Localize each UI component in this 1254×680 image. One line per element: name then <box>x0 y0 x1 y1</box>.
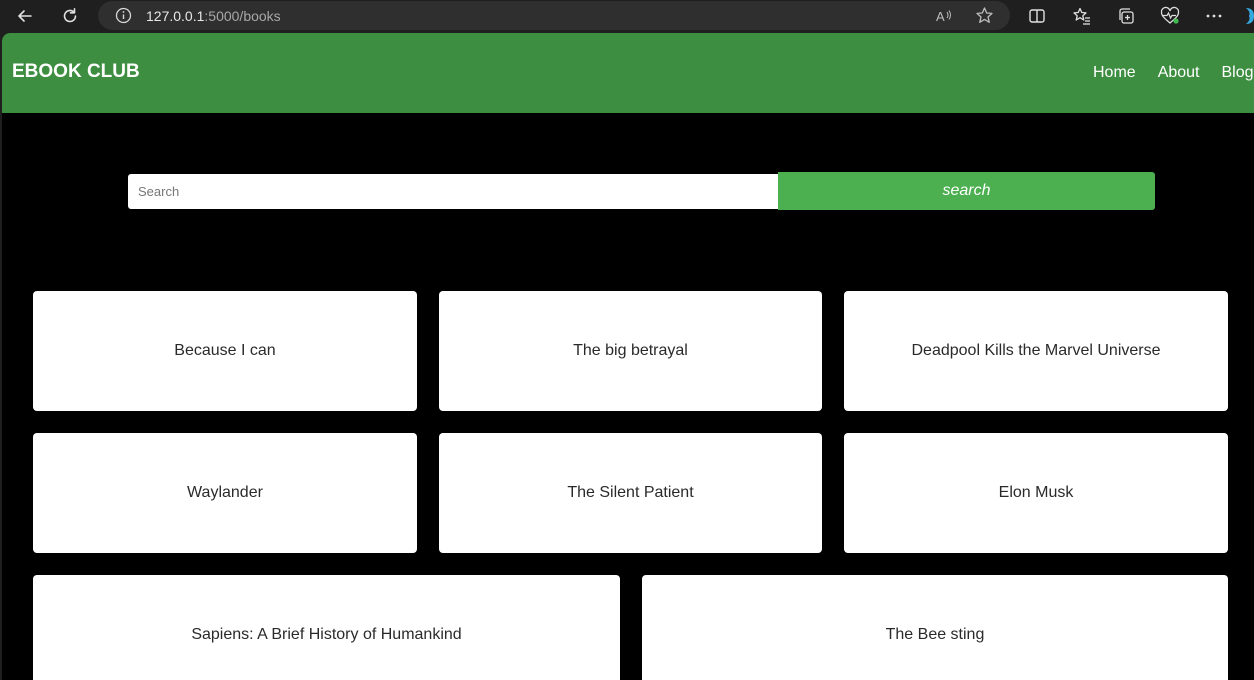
browser-essentials-button[interactable] <box>1157 3 1183 29</box>
favorites-button[interactable] <box>1069 3 1095 29</box>
search-button[interactable]: search <box>778 172 1155 210</box>
search-input[interactable] <box>128 174 778 209</box>
svg-text:A: A <box>936 9 945 24</box>
more-dots-icon <box>1206 14 1222 18</box>
collections-icon <box>1119 8 1134 24</box>
book-title: Because I can <box>174 342 276 359</box>
book-title: The big betrayal <box>573 342 688 359</box>
book-title: Sapiens: A Brief History of Humankind <box>191 626 462 643</box>
navbar: EBOOK CLUB Home About Blog <box>2 33 1254 113</box>
brand-logo[interactable]: EBOOK CLUB <box>12 61 140 83</box>
nav-link-blog[interactable]: Blog <box>1222 63 1254 83</box>
url-host: 127.0.0.1 <box>146 8 205 24</box>
split-screen-button[interactable] <box>1024 3 1050 29</box>
refresh-button[interactable] <box>57 3 83 29</box>
heart-pulse-icon <box>1160 6 1180 24</box>
browser-toolbar: 127.0.0.1:5000/books A <box>0 0 1254 32</box>
more-menu-button[interactable] <box>1201 3 1227 29</box>
page-viewport: EBOOK CLUB Home About Blog search Becaus… <box>2 33 1254 680</box>
book-card[interactable]: Waylander <box>33 433 417 553</box>
book-card[interactable]: Sapiens: A Brief History of Humankind <box>33 575 620 680</box>
back-button[interactable] <box>12 3 38 29</box>
book-card[interactable]: Elon Musk <box>844 433 1228 553</box>
book-card[interactable]: The big betrayal <box>439 291 822 411</box>
book-card[interactable]: The Silent Patient <box>439 433 822 553</box>
nav-link-home[interactable]: Home <box>1093 63 1136 83</box>
nav-links: Home About Blog <box>1093 63 1254 83</box>
info-icon <box>115 7 132 24</box>
book-card[interactable]: Because I can <box>33 291 417 411</box>
refresh-icon <box>63 8 77 23</box>
url-path: :5000/books <box>204 8 281 24</box>
book-title: The Silent Patient <box>567 484 694 501</box>
nav-link-about[interactable]: About <box>1158 63 1200 83</box>
book-card[interactable]: The Bee sting <box>642 575 1228 680</box>
book-title: Elon Musk <box>998 484 1074 501</box>
back-arrow-icon <box>18 10 32 22</box>
collections-button[interactable] <box>1113 3 1139 29</box>
read-aloud-icon[interactable]: A <box>935 7 953 25</box>
split-screen-icon <box>1029 9 1045 23</box>
book-title: The Bee sting <box>885 626 985 643</box>
book-title: Waylander <box>187 484 263 501</box>
url-text: 127.0.0.1:5000/books <box>146 8 281 24</box>
favorites-list-icon <box>1073 7 1090 25</box>
book-card[interactable]: Deadpool Kills the Marvel Universe <box>844 291 1228 411</box>
favorite-star-icon[interactable] <box>975 6 994 25</box>
address-bar[interactable]: 127.0.0.1:5000/books A <box>98 1 1010 30</box>
copilot-icon[interactable] <box>1242 6 1254 26</box>
book-title: Deadpool Kills the Marvel Universe <box>911 342 1161 359</box>
